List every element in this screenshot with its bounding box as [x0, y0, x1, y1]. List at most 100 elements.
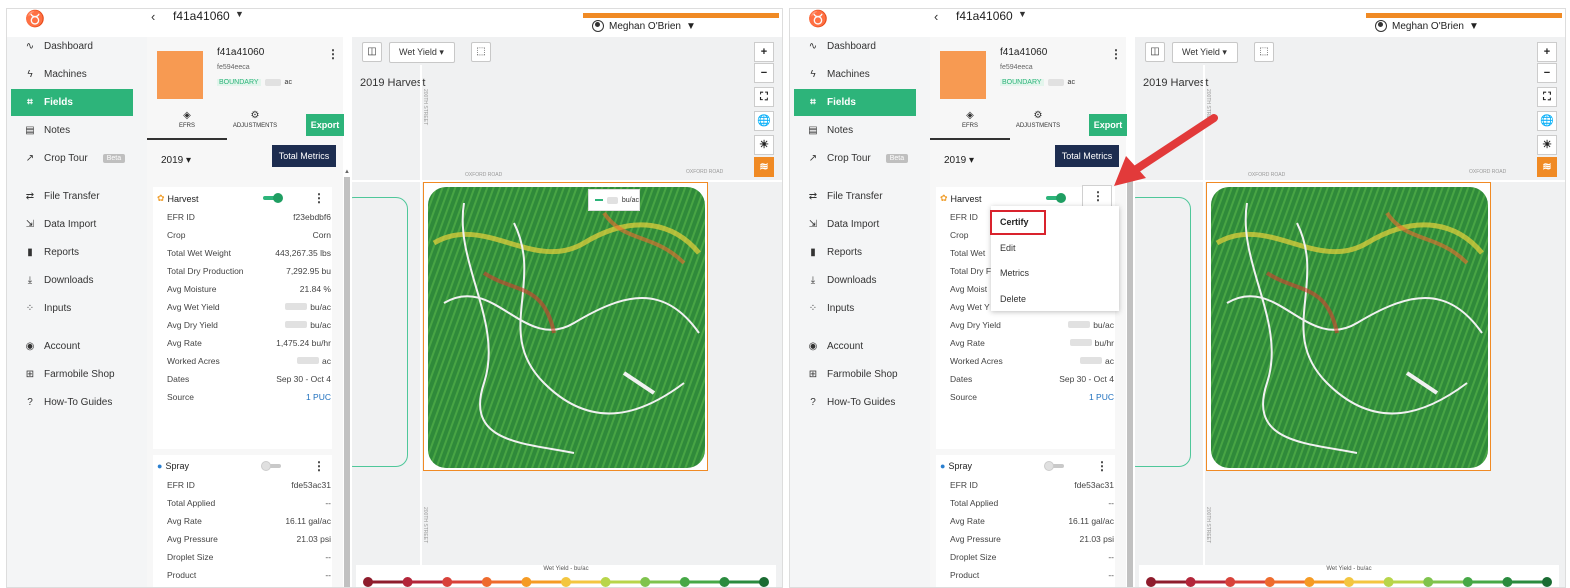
spray-kebab-icon[interactable]: ⋮	[313, 459, 325, 473]
spray-toggle[interactable]	[261, 461, 283, 471]
layer-select[interactable]: Wet Yield ▾	[1172, 42, 1238, 63]
harvest-kebab-focused[interactable]: ⋮	[1082, 185, 1112, 208]
back-chevron-icon[interactable]: ‹	[934, 9, 938, 24]
metric-value[interactable]: 1 PUC	[306, 392, 331, 402]
zoom-out-icon[interactable]: −	[1537, 63, 1557, 83]
weather-icon[interactable]: ☀	[754, 135, 774, 155]
field-title[interactable]: f41a41060	[956, 9, 1013, 23]
sidebar-item-file-transfer[interactable]: ⇄ File Transfer	[794, 183, 916, 210]
sidebar-item-data-import[interactable]: ⇲ Data Import	[794, 211, 916, 238]
map-view[interactable]: ◫ Wet Yield ▾ ⬚ 2019 Harvest OXFORD ROAD…	[352, 37, 782, 587]
metric-label: Avg Rate	[167, 338, 202, 348]
yield-heatmap	[428, 187, 705, 468]
export-button[interactable]: Export	[1089, 114, 1127, 136]
farmobile-logo-icon[interactable]: ♉	[25, 11, 45, 31]
metric-label: Worked Acres	[950, 356, 1003, 366]
menu-item-delete[interactable]: Delete	[1000, 294, 1026, 304]
zoom-out-icon[interactable]: −	[754, 63, 774, 83]
card-scrollbar[interactable]	[1127, 177, 1133, 587]
sidebar-item-notes[interactable]: ▤ Notes	[794, 117, 916, 144]
back-chevron-icon[interactable]: ‹	[151, 9, 155, 24]
harvest-toggle[interactable]	[261, 193, 283, 203]
year-select[interactable]: 2019 ▾	[944, 155, 974, 166]
sidebar-item-downloads[interactable]: ⤓ Downloads	[11, 267, 133, 294]
sidebar-item-downloads[interactable]: ⤓ Downloads	[794, 267, 916, 294]
sidebar-item-notes[interactable]: ▤ Notes	[11, 117, 133, 144]
card-kebab-icon[interactable]: ⋮	[327, 47, 339, 61]
sidebar-item-inputs[interactable]: ⁘ Inputs	[11, 295, 133, 322]
spray-toggle[interactable]	[1044, 461, 1066, 471]
sidebar-item-label: Downloads	[827, 275, 877, 286]
year-select[interactable]: 2019 ▾	[161, 155, 191, 166]
sidebar-item-account[interactable]: ◉ Account	[11, 333, 133, 360]
import-icon: ⇲	[25, 219, 35, 230]
sidebar-item-machines[interactable]: ϟ Machines	[794, 61, 916, 88]
field-thumbnail[interactable]	[157, 51, 203, 99]
scale-stop	[1462, 577, 1473, 587]
farmobile-logo-icon[interactable]: ♉	[808, 11, 828, 31]
sidebar-item-fields[interactable]: ⌗ Fields	[794, 89, 916, 116]
scroll-up-icon[interactable]: ▲	[344, 169, 350, 175]
user-menu[interactable]: Meghan O'Brien ▼	[1375, 20, 1479, 32]
metric-value: f23ebdbf6	[293, 212, 331, 222]
spray-kebab-icon[interactable]: ⋮	[1096, 459, 1108, 473]
title-caret-icon[interactable]: ▼	[235, 9, 244, 19]
adjacent-field-boundary[interactable]	[1135, 197, 1191, 467]
harvest-kebab-icon[interactable]: ⋮	[313, 191, 325, 205]
metric-row: Avg Wet Yield bu/ac	[167, 299, 331, 317]
sidebar-item-machines[interactable]: ϟ Machines	[11, 61, 133, 88]
card-kebab-icon[interactable]: ⋮	[1110, 47, 1122, 61]
tab-adjustments[interactable]: ⚙ ADJUSTMENTS	[998, 107, 1078, 140]
sidebar-item-reports[interactable]: ▮ Reports	[11, 239, 133, 266]
zoom-in-icon[interactable]: +	[754, 42, 774, 62]
metric-value[interactable]: 1 PUC	[1089, 392, 1114, 402]
layer-select[interactable]: Wet Yield ▾	[389, 42, 455, 63]
sidebar-item-farmobile-shop[interactable]: ⊞ Farmobile Shop	[11, 361, 133, 388]
field-yield-map[interactable]	[423, 182, 708, 471]
metric-value: 443,267.35 lbs	[275, 248, 331, 258]
card-scrollbar[interactable]	[344, 177, 350, 587]
sidebar-item-how-to-guides[interactable]: ? How-To Guides	[794, 389, 916, 416]
fullscreen-icon[interactable]: ⛶	[1537, 87, 1557, 107]
sidebar-item-fields[interactable]: ⌗ Fields	[11, 89, 133, 116]
layers-toggle-icon[interactable]: ≋	[1537, 157, 1557, 177]
zoom-in-icon[interactable]: +	[1537, 42, 1557, 62]
adjacent-field-boundary[interactable]	[352, 197, 408, 467]
bolt-icon: ϟ	[810, 69, 816, 80]
scroll-up-icon[interactable]: ▲	[1127, 169, 1133, 175]
globe-icon[interactable]: 🌐	[754, 111, 774, 131]
harvest-toggle[interactable]	[1044, 193, 1066, 203]
total-metrics-button[interactable]: Total Metrics	[272, 145, 336, 167]
sidebar-item-data-import[interactable]: ⇲ Data Import	[11, 211, 133, 238]
sidebar-item-crop-tour[interactable]: ↗ Crop Tour Beta	[11, 145, 133, 172]
user-menu[interactable]: Meghan O'Brien ▼	[592, 20, 696, 32]
sidebar-item-crop-tour[interactable]: ↗ Crop Tour Beta	[794, 145, 916, 172]
sidebar-item-dashboard[interactable]: ∿ Dashboard	[794, 33, 916, 60]
field-thumbnail[interactable]	[940, 51, 986, 99]
tab-adjustments[interactable]: ⚙ ADJUSTMENTS	[215, 107, 295, 140]
harvest-kebab-icon[interactable]: ⋮	[1092, 189, 1104, 203]
sidebar-item-farmobile-shop[interactable]: ⊞ Farmobile Shop	[794, 361, 916, 388]
split-view-icon[interactable]: ◫	[362, 42, 382, 62]
sidebar-item-inputs[interactable]: ⁘ Inputs	[794, 295, 916, 322]
layers-toggle-icon[interactable]: ≋	[754, 157, 774, 177]
globe-icon[interactable]: 🌐	[1537, 111, 1557, 131]
map-view[interactable]: ◫ Wet Yield ▾ ⬚ 2019 Harvest OXFORD ROAD…	[1135, 37, 1565, 587]
field-yield-map[interactable]	[1206, 182, 1491, 471]
sidebar-item-dashboard[interactable]: ∿ Dashboard	[11, 33, 133, 60]
title-caret-icon[interactable]: ▼	[1018, 9, 1027, 19]
split-view-icon[interactable]: ◫	[1145, 42, 1165, 62]
menu-item-edit[interactable]: Edit	[1000, 243, 1016, 253]
sidebar-item-how-to-guides[interactable]: ? How-To Guides	[11, 389, 133, 416]
field-title[interactable]: f41a41060	[173, 9, 230, 23]
fullscreen-icon[interactable]: ⛶	[754, 87, 774, 107]
select-area-icon[interactable]: ⬚	[471, 42, 491, 62]
weather-icon[interactable]: ☀	[1537, 135, 1557, 155]
sidebar-item-reports[interactable]: ▮ Reports	[794, 239, 916, 266]
menu-item-metrics[interactable]: Metrics	[1000, 268, 1029, 278]
sidebar-item-account[interactable]: ◉ Account	[794, 333, 916, 360]
sidebar-item-file-transfer[interactable]: ⇄ File Transfer	[11, 183, 133, 210]
export-button[interactable]: Export	[306, 114, 344, 136]
total-metrics-button[interactable]: Total Metrics	[1055, 145, 1119, 167]
select-area-icon[interactable]: ⬚	[1254, 42, 1274, 62]
